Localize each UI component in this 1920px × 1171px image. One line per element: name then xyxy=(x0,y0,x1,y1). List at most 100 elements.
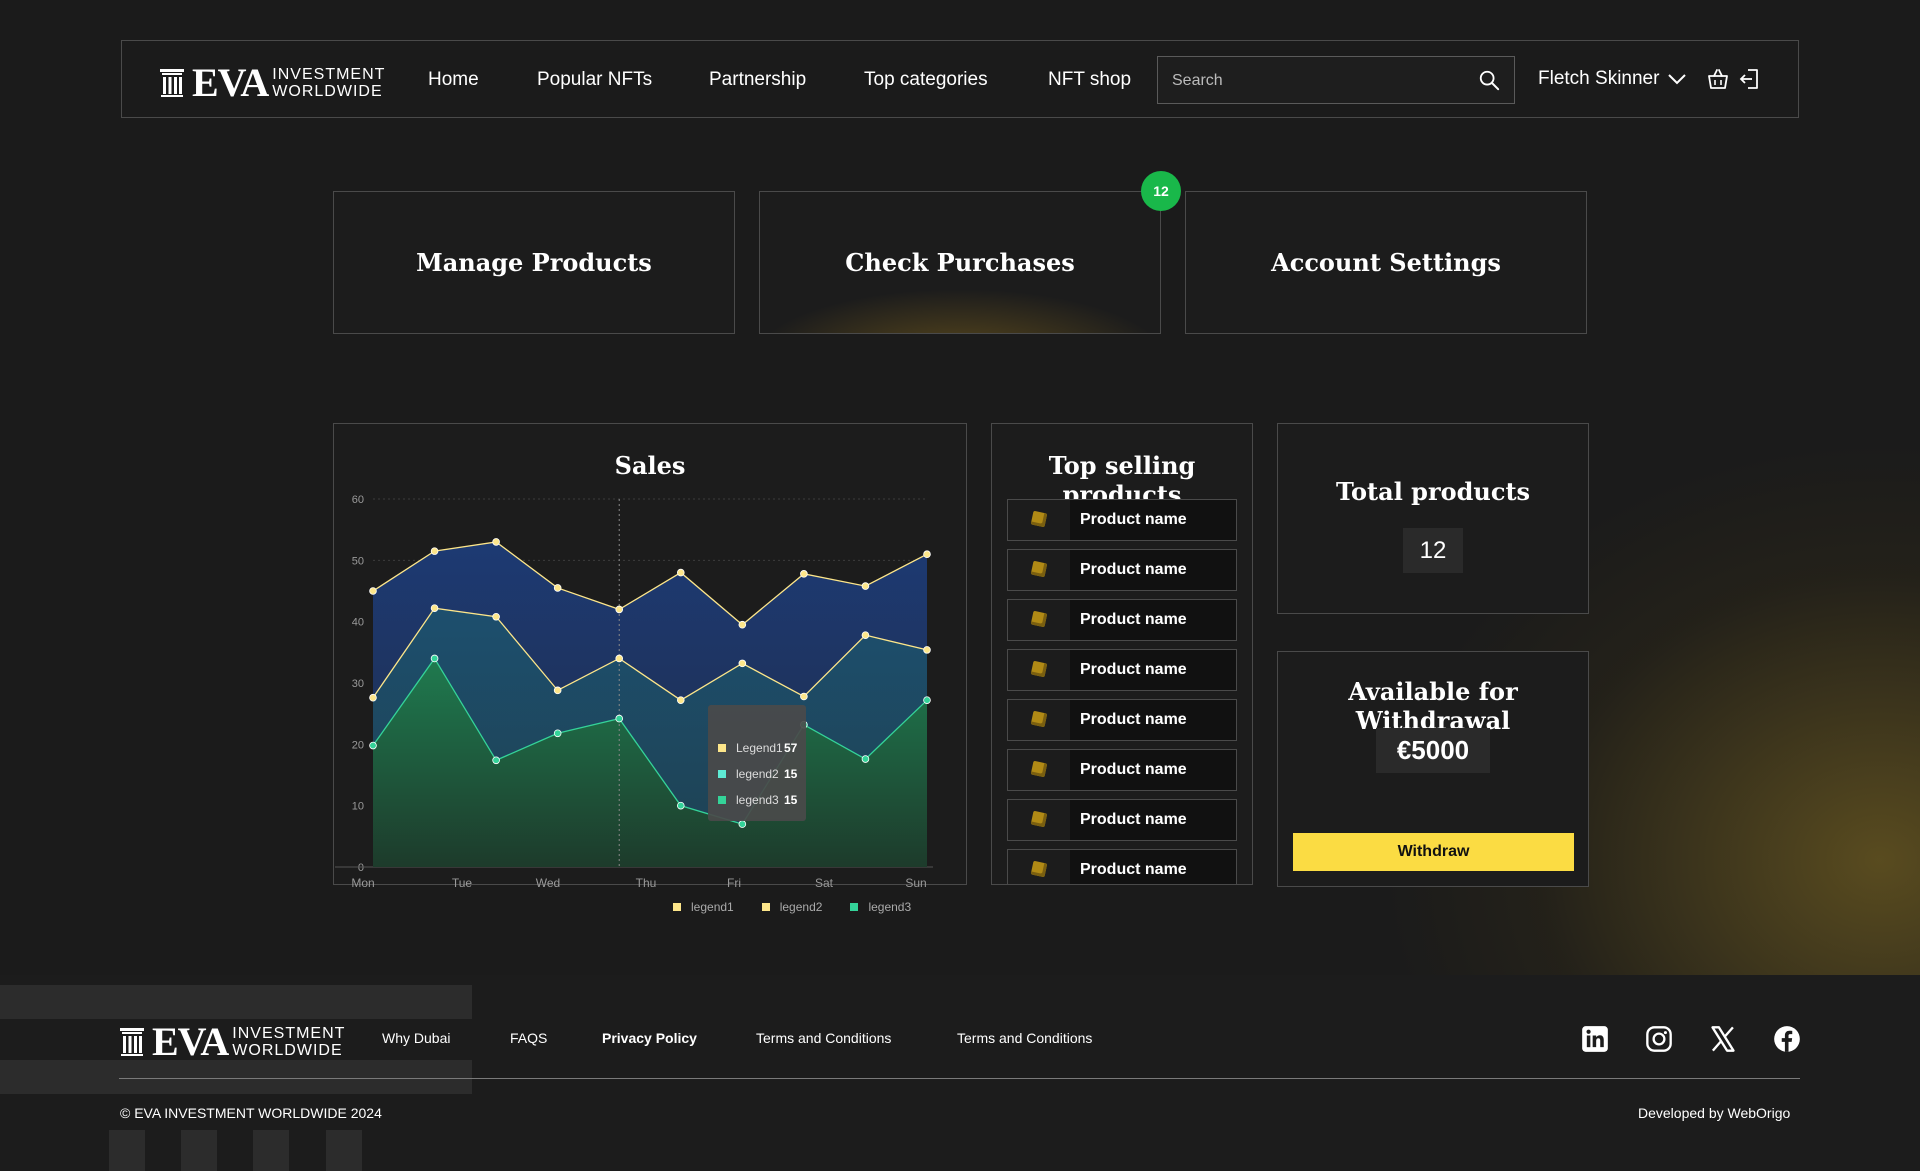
withdrawal-amount: €5000 xyxy=(1376,728,1490,773)
total-products-value: 12 xyxy=(1403,528,1463,573)
footer: EVA INVESTMENT WORLDWIDE Why Dubai FAQS … xyxy=(0,975,1920,1171)
product-thumbnail xyxy=(1008,550,1070,590)
footer-deco-block xyxy=(181,1130,217,1171)
product-thumbnail xyxy=(1008,700,1070,740)
product-row[interactable]: Product name xyxy=(1007,499,1237,541)
product-thumbnail xyxy=(1008,650,1070,690)
footer-logo-line1: INVESTMENT xyxy=(232,1025,346,1042)
nav-nft-shop[interactable]: NFT shop xyxy=(1048,69,1131,91)
purchases-count-badge: 12 xyxy=(1141,171,1181,211)
product-row[interactable]: Product name xyxy=(1007,749,1237,791)
sales-title: Sales xyxy=(614,451,686,480)
product-name: Product name xyxy=(1080,761,1187,778)
footer-logo-line2: WORLDWIDE xyxy=(232,1042,343,1059)
withdraw-button[interactable]: Withdraw xyxy=(1293,833,1574,871)
product-name: Product name xyxy=(1080,661,1187,678)
legend-label: legend2 xyxy=(779,900,823,914)
nav-partnership[interactable]: Partnership xyxy=(709,69,806,91)
nft-cube-icon xyxy=(1030,510,1048,528)
product-row[interactable]: Product name xyxy=(1007,699,1237,741)
top-selling-panel: Top selling products Product name Product… xyxy=(991,423,1253,885)
product-row[interactable]: Product name xyxy=(1007,549,1237,591)
check-purchases-label: Check Purchases xyxy=(845,248,1075,277)
user-menu[interactable]: Fletch Skinner xyxy=(1538,68,1687,90)
nft-cube-icon xyxy=(1030,610,1048,628)
account-settings-label: Account Settings xyxy=(1271,248,1501,277)
account-settings-card[interactable]: Account Settings xyxy=(1185,191,1587,334)
logout-icon[interactable] xyxy=(1738,67,1762,91)
product-row[interactable]: Product name xyxy=(1007,849,1237,884)
footer-link-terms[interactable]: Terms and Conditions xyxy=(756,1030,891,1046)
nav-home[interactable]: Home xyxy=(428,69,479,91)
footer-deco-block xyxy=(253,1130,289,1171)
logo-tagline: INVESTMENT WORLDWIDE xyxy=(272,66,385,100)
withdrawal-title: Available for Withdrawal xyxy=(1348,677,1518,735)
manage-products-card[interactable]: Manage Products xyxy=(333,191,735,334)
nft-cube-icon xyxy=(1030,660,1048,678)
search-input[interactable] xyxy=(1158,57,1474,105)
nft-cube-icon xyxy=(1030,760,1048,778)
footer-deco-bar xyxy=(0,1060,472,1094)
footer-logo-tagline: INVESTMENT WORLDWIDE xyxy=(232,1025,345,1059)
total-products-panel: Total products 12 xyxy=(1277,423,1589,614)
facebook-icon[interactable] xyxy=(1773,1025,1801,1053)
footer-deco-block xyxy=(109,1130,145,1171)
manage-products-label: Manage Products xyxy=(416,248,652,277)
check-purchases-card[interactable]: Check Purchases xyxy=(759,191,1161,334)
footer-link-terms-2[interactable]: Terms and Conditions xyxy=(957,1030,1092,1046)
legend-swatch xyxy=(673,903,681,911)
product-thumbnail xyxy=(1008,600,1070,640)
footer-divider xyxy=(119,1078,1800,1079)
copyright-text: © EVA INVESTMENT WORLDWIDE 2024 xyxy=(120,1105,382,1121)
instagram-icon[interactable] xyxy=(1645,1025,1673,1053)
product-name: Product name xyxy=(1080,611,1187,628)
product-thumbnail xyxy=(1008,800,1070,840)
footer-link-privacy[interactable]: Privacy Policy xyxy=(602,1030,697,1046)
nft-cube-icon xyxy=(1030,710,1048,728)
footer-deco-bar xyxy=(0,985,472,1019)
footer-logo[interactable]: EVA INVESTMENT WORLDWIDE xyxy=(120,1022,345,1062)
nav-top-categories[interactable]: Top categories xyxy=(864,69,988,91)
product-name: Product name xyxy=(1080,561,1187,578)
product-row[interactable]: Product name xyxy=(1007,799,1237,841)
legend-swatch xyxy=(761,903,770,911)
product-name: Product name xyxy=(1080,811,1187,828)
x-icon[interactable] xyxy=(1709,1025,1737,1053)
footer-link-why-dubai[interactable]: Why Dubai xyxy=(382,1030,450,1046)
product-name: Product name xyxy=(1080,711,1187,728)
search-icon[interactable] xyxy=(1478,69,1500,91)
product-thumbnail xyxy=(1008,500,1070,540)
total-products-title: Total products xyxy=(1335,477,1531,506)
nav-popular-nfts[interactable]: Popular NFTs xyxy=(537,69,652,91)
site-logo[interactable]: EVA INVESTMENT WORLDWIDE xyxy=(160,63,385,103)
product-thumbnail xyxy=(1008,750,1070,790)
footer-link-faqs[interactable]: FAQS xyxy=(510,1030,547,1046)
logo-wordmark: EVA xyxy=(192,60,269,105)
legend-swatch xyxy=(850,903,859,911)
legend-item[interactable]: legend2 xyxy=(761,900,823,914)
footer-deco-block xyxy=(326,1130,362,1171)
withdrawal-panel: Available for Withdrawal €5000 Withdraw xyxy=(1277,651,1589,887)
sales-panel: Sales xyxy=(333,423,967,885)
footer-logo-wordmark: EVA xyxy=(152,1019,229,1064)
legend-label: legend1 xyxy=(691,900,734,914)
pillar-icon xyxy=(160,69,184,97)
product-name: Product name xyxy=(1080,511,1187,528)
user-name: Fletch Skinner xyxy=(1538,68,1660,89)
product-row[interactable]: Product name xyxy=(1007,649,1237,691)
nft-cube-icon xyxy=(1030,810,1048,828)
logo-line2: WORLDWIDE xyxy=(272,83,383,100)
top-navigation: EVA INVESTMENT WORLDWIDE Home Popular NF… xyxy=(121,40,1799,118)
chevron-down-icon xyxy=(1668,74,1687,85)
legend-label: legend3 xyxy=(868,900,912,914)
linkedin-icon[interactable] xyxy=(1581,1025,1609,1053)
developer-credit[interactable]: Developed by WebOrigo xyxy=(1638,1105,1790,1121)
legend-item[interactable]: legend3 xyxy=(850,900,911,914)
logo-line1: INVESTMENT xyxy=(272,66,386,83)
legend-item[interactable]: legend1 xyxy=(673,900,734,914)
product-row[interactable]: Product name xyxy=(1007,599,1237,641)
chart-legend: legend1 legend2 legend3 xyxy=(673,900,911,914)
basket-icon[interactable] xyxy=(1706,67,1730,91)
product-name: Product name xyxy=(1080,861,1187,878)
search-box xyxy=(1157,56,1515,105)
